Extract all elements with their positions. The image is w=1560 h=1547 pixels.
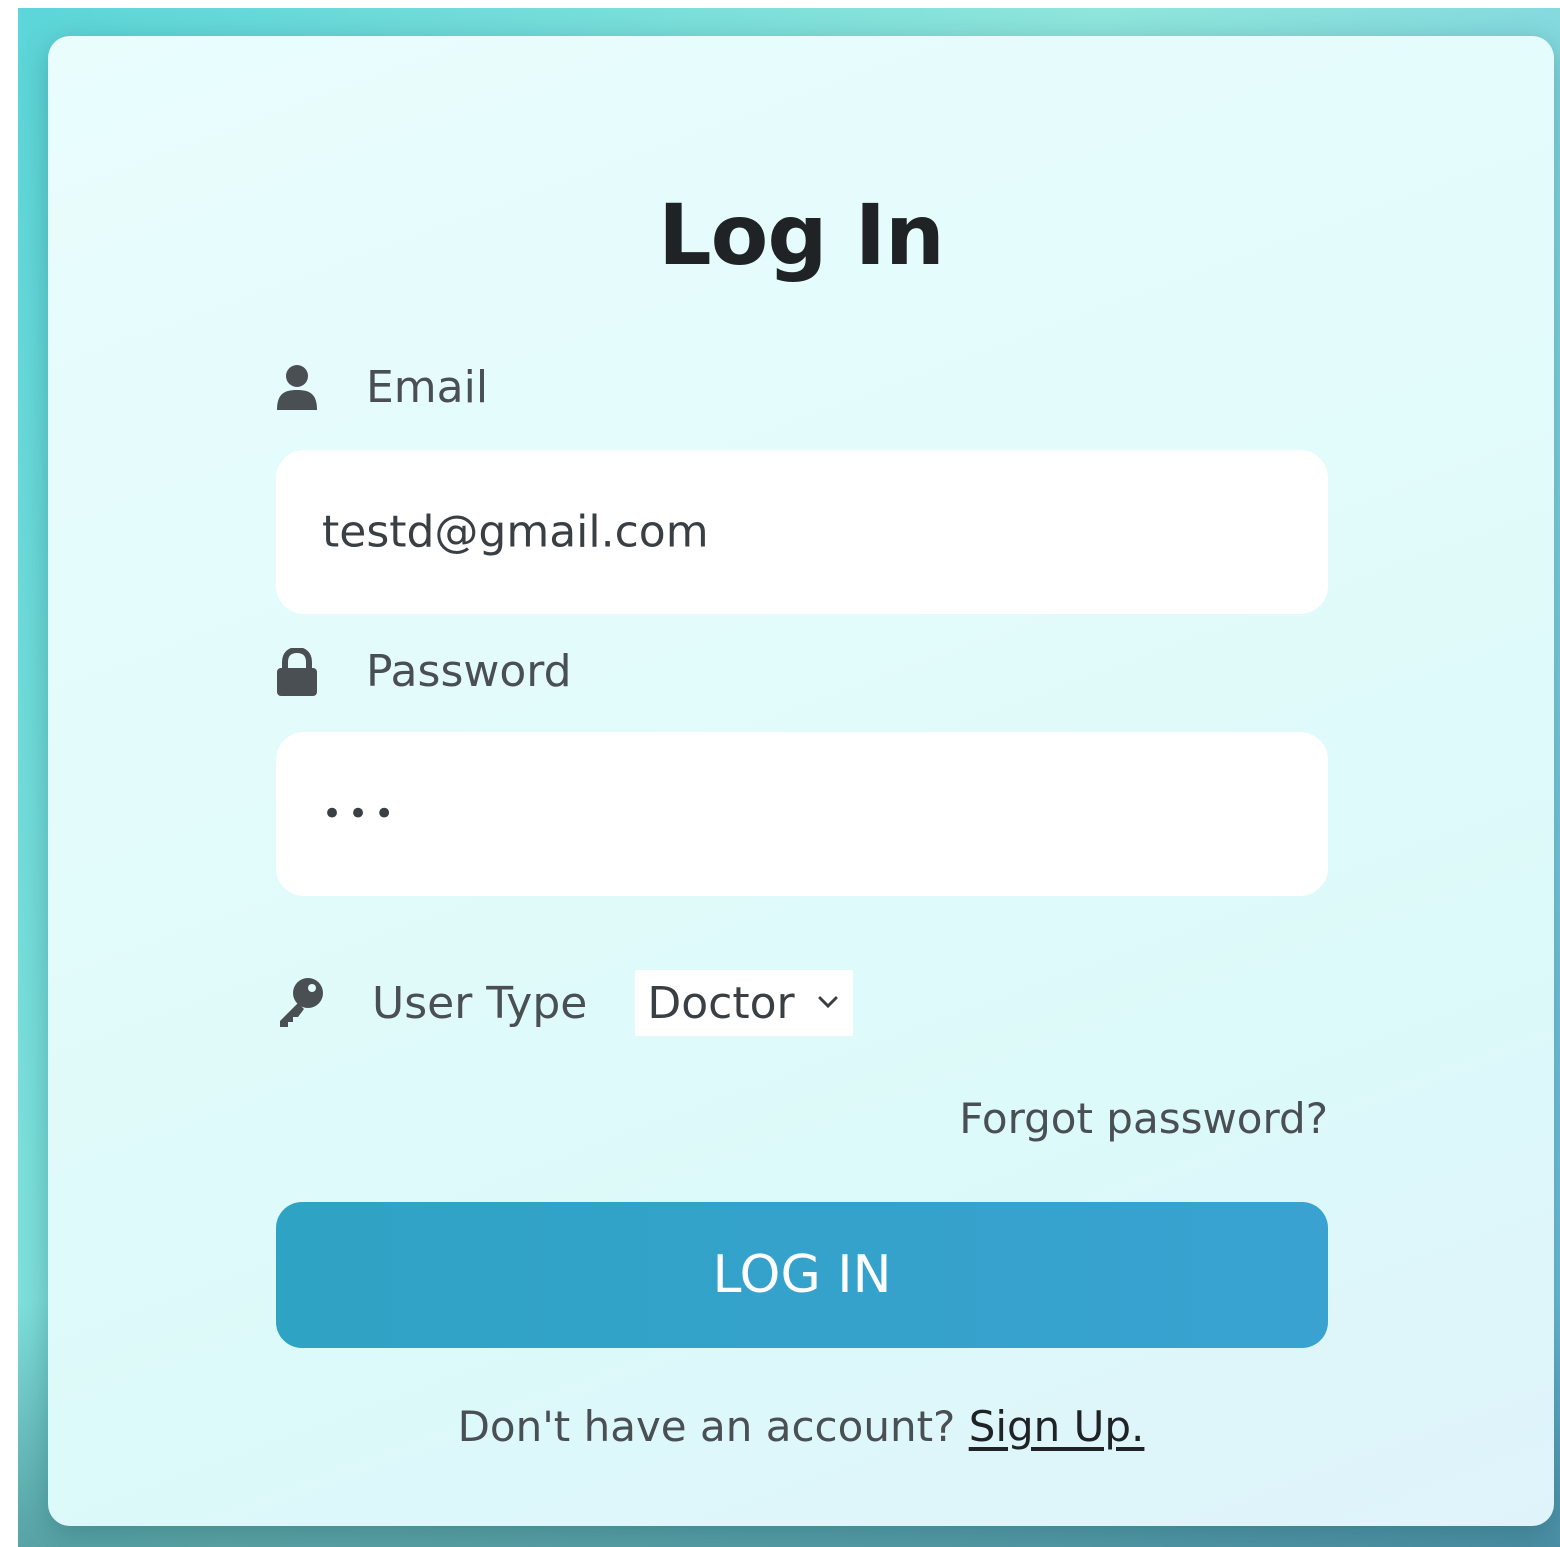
user-icon bbox=[276, 364, 318, 412]
password-label-row: Password bbox=[276, 646, 572, 697]
signup-link[interactable]: Sign Up. bbox=[969, 1402, 1145, 1451]
signup-prompt: Don't have an account? bbox=[457, 1402, 969, 1451]
email-field[interactable]: testd@gmail.com bbox=[276, 450, 1328, 614]
email-label-row: Email bbox=[276, 362, 488, 413]
login-button[interactable]: LOG IN bbox=[276, 1202, 1328, 1348]
user-type-label: User Type bbox=[372, 977, 588, 1029]
signup-prompt-row: Don't have an account? Sign Up. bbox=[48, 1402, 1554, 1451]
email-label: Email bbox=[366, 362, 489, 413]
lock-icon bbox=[276, 646, 318, 696]
password-label: Password bbox=[366, 646, 572, 697]
forgot-password-link[interactable]: Forgot password? bbox=[959, 1094, 1328, 1143]
user-type-select[interactable]: Doctor bbox=[635, 970, 853, 1036]
login-card: Log In Email testd@gmail.com Password ••… bbox=[48, 36, 1554, 1526]
key-icon bbox=[276, 977, 324, 1029]
page-title: Log In bbox=[658, 186, 945, 284]
password-mask: ••• bbox=[322, 794, 401, 834]
email-value: testd@gmail.com bbox=[322, 506, 709, 558]
chevron-down-icon bbox=[817, 986, 839, 1016]
password-field[interactable]: ••• bbox=[276, 732, 1328, 896]
user-type-row: User Type Doctor bbox=[276, 970, 853, 1036]
user-type-value: Doctor bbox=[647, 977, 795, 1029]
